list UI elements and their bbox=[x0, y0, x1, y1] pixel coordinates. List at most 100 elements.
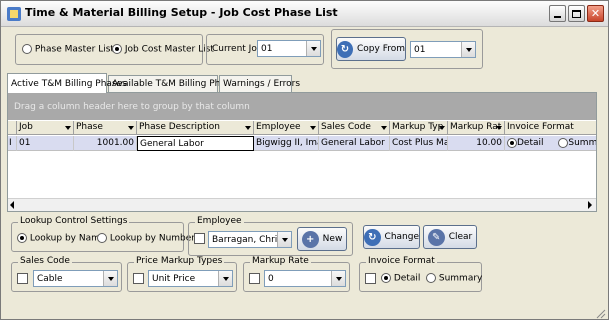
tab-label: Warnings / Errors bbox=[223, 79, 301, 89]
filter-icon[interactable] bbox=[65, 126, 71, 130]
add-user-icon: + bbox=[301, 230, 319, 248]
close-icon: ✕ bbox=[590, 7, 601, 20]
cell-markup-type[interactable]: Cost Plus Marku bbox=[390, 136, 448, 151]
chevron-down-icon[interactable] bbox=[331, 271, 345, 286]
filter-icon[interactable] bbox=[439, 126, 445, 130]
lookup-by-number-radio[interactable] bbox=[97, 233, 107, 243]
column-header-markup-rate[interactable]: Markup Rat bbox=[448, 121, 505, 135]
column-label: Markup Typ bbox=[392, 122, 444, 132]
invoice-detail-radio[interactable] bbox=[381, 273, 391, 283]
new-employee-button[interactable]: + New bbox=[297, 227, 347, 251]
lookup-settings-label: Lookup Control Settings bbox=[18, 216, 130, 226]
chevron-down-icon[interactable] bbox=[218, 271, 232, 286]
resize-grip-icon[interactable] bbox=[594, 307, 606, 319]
chevron-down-icon[interactable] bbox=[461, 42, 475, 57]
filter-icon[interactable] bbox=[496, 126, 502, 130]
filter-icon[interactable] bbox=[381, 126, 387, 130]
chevron-down-icon[interactable] bbox=[306, 41, 320, 56]
sales-code-checkbox[interactable] bbox=[17, 273, 28, 284]
column-label: Job bbox=[19, 122, 33, 132]
price-markup-select[interactable]: Unit Price bbox=[148, 270, 233, 287]
format-summary-radio[interactable] bbox=[558, 137, 569, 148]
format-detail-label: Detail bbox=[517, 138, 544, 148]
cell-job[interactable]: 01 bbox=[17, 136, 74, 151]
chevron-down-icon[interactable] bbox=[103, 271, 117, 286]
cell-invoice-format: Detail Summar bbox=[505, 136, 596, 151]
current-job-value: 01 bbox=[261, 43, 273, 54]
minimize-icon bbox=[554, 15, 561, 18]
invoice-detail-option[interactable]: Detail bbox=[381, 273, 420, 284]
tab-active-phases[interactable]: Active T&M Billing Phases bbox=[7, 73, 127, 93]
column-header-job[interactable]: Job bbox=[17, 121, 74, 135]
horizontal-scrollbar[interactable] bbox=[8, 198, 596, 211]
copy-icon: ↻ bbox=[337, 40, 353, 58]
employee-select[interactable]: Barragan, Christop bbox=[208, 231, 292, 248]
cell-sales-code[interactable]: General Labor bbox=[319, 136, 390, 151]
column-header-phase-description[interactable]: Phase Description bbox=[137, 121, 254, 135]
copy-from-button[interactable]: ↻ Copy From bbox=[336, 37, 406, 61]
price-markup-checkbox[interactable] bbox=[133, 273, 144, 284]
invoice-format-group: Invoice Format Detail Summary bbox=[359, 256, 482, 292]
markup-rate-select[interactable]: 0 bbox=[264, 270, 346, 287]
column-label: Employee bbox=[256, 122, 301, 132]
main-window: Time & Material Billing Setup - Job Cost… bbox=[0, 0, 609, 320]
cell-employee[interactable]: Bigwigg II, Ima M bbox=[254, 136, 319, 151]
filter-icon[interactable] bbox=[310, 126, 316, 130]
maximize-button[interactable] bbox=[568, 5, 585, 22]
eraser-icon: ✎ bbox=[427, 228, 445, 246]
row-indicator-header bbox=[8, 121, 17, 135]
column-label: Invoice Format bbox=[507, 122, 574, 132]
lookup-settings-group: Lookup Control Settings Lookup by Name L… bbox=[11, 216, 195, 252]
copy-from-label: Copy From bbox=[357, 44, 405, 54]
column-header-employee[interactable]: Employee bbox=[254, 121, 319, 135]
tab-warnings-errors[interactable]: Warnings / Errors bbox=[219, 75, 300, 92]
invoice-summary-radio[interactable] bbox=[426, 273, 436, 283]
column-header-sales-code[interactable]: Sales Code bbox=[319, 121, 390, 135]
employee-label: Employee bbox=[195, 216, 244, 226]
change-button[interactable]: ↻ Change bbox=[363, 225, 420, 249]
invoice-format-checkbox[interactable] bbox=[365, 273, 376, 284]
sales-code-select[interactable]: Cable bbox=[33, 270, 118, 287]
cell-phase[interactable]: 1001.00 bbox=[74, 136, 137, 151]
sales-code-value: Cable bbox=[37, 273, 63, 284]
column-header-markup-type[interactable]: Markup Typ bbox=[390, 121, 448, 135]
group-hint: Drag a column header here to group by th… bbox=[14, 102, 250, 112]
current-job-select[interactable]: 01 bbox=[257, 40, 321, 57]
job-cost-master-option[interactable]: Job Cost Master List bbox=[112, 44, 214, 55]
format-detail-radio[interactable] bbox=[507, 137, 517, 148]
close-button[interactable]: ✕ bbox=[587, 5, 604, 22]
employee-checkbox[interactable] bbox=[194, 233, 205, 244]
job-cost-master-radio[interactable] bbox=[112, 44, 122, 54]
scroll-right-icon[interactable] bbox=[588, 201, 592, 209]
lookup-by-number-option[interactable]: Lookup by Number bbox=[97, 233, 195, 244]
column-label: Markup Rat bbox=[450, 122, 502, 132]
markup-rate-checkbox[interactable] bbox=[249, 273, 260, 284]
invoice-summary-option[interactable]: Summary bbox=[426, 273, 482, 284]
title-bar: Time & Material Billing Setup - Job Cost… bbox=[1, 1, 608, 27]
clear-label: Clear bbox=[448, 232, 473, 242]
column-header-row: Job Phase Phase Description Employee Sal… bbox=[8, 121, 596, 135]
filter-icon[interactable] bbox=[245, 126, 251, 130]
maximize-icon bbox=[572, 9, 581, 18]
cell-markup-rate[interactable]: 10.00 bbox=[448, 136, 505, 151]
column-header-invoice-format[interactable]: Invoice Format bbox=[505, 121, 596, 135]
scroll-left-icon[interactable] bbox=[10, 201, 14, 209]
window-title: Time & Material Billing Setup - Job Cost… bbox=[25, 6, 338, 19]
lookup-by-name-radio[interactable] bbox=[17, 233, 27, 243]
copy-from-select[interactable]: 01 bbox=[410, 41, 476, 58]
column-label: Sales Code bbox=[321, 122, 371, 132]
current-job-group: Current Job: 01 bbox=[206, 34, 324, 65]
group-by-area[interactable]: Drag a column header here to group by th… bbox=[8, 93, 596, 120]
refresh-icon: ↻ bbox=[364, 228, 381, 246]
clear-button[interactable]: ✎ Clear bbox=[423, 225, 477, 249]
cell-phase-description[interactable]: General Labor bbox=[137, 136, 254, 151]
table-row[interactable]: I 01 1001.00 General Labor Bigwigg II, I… bbox=[8, 136, 596, 151]
phase-master-option[interactable]: Phase Master List bbox=[22, 44, 114, 55]
chevron-down-icon[interactable] bbox=[277, 232, 291, 247]
minimize-button[interactable] bbox=[549, 5, 566, 22]
column-header-phase[interactable]: Phase bbox=[74, 121, 137, 135]
markup-rate-group: Markup Rate 0 bbox=[243, 256, 350, 292]
filter-icon[interactable] bbox=[128, 126, 134, 130]
lookup-by-name-option[interactable]: Lookup by Name bbox=[17, 233, 105, 244]
phase-master-radio[interactable] bbox=[22, 44, 32, 54]
